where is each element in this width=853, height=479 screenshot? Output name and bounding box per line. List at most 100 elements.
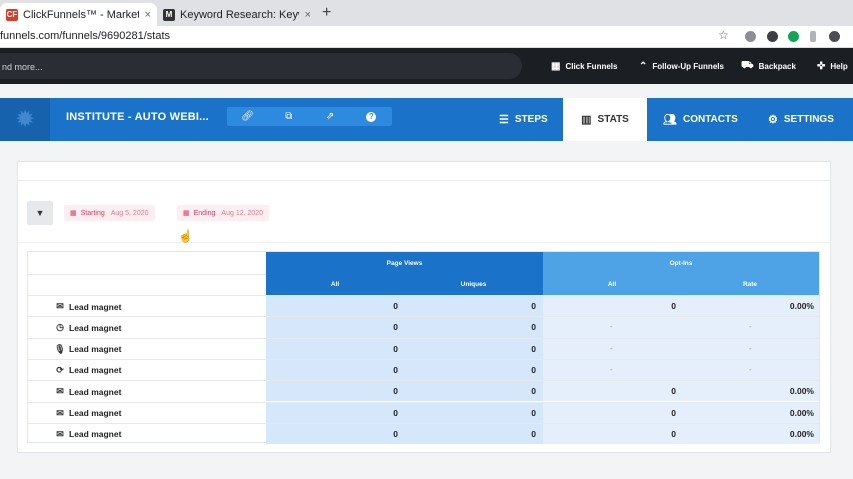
extension-icon[interactable] xyxy=(810,31,816,42)
page-views-cell-bg xyxy=(266,359,543,381)
extension-icon[interactable] xyxy=(745,31,756,42)
page-views-uniques-value: 0 xyxy=(531,428,536,439)
page-views-cell-bg xyxy=(266,296,543,317)
step-label: Lead magnet xyxy=(69,344,122,355)
step-name[interactable]: ✉ Lead magnet xyxy=(54,386,121,397)
step-name[interactable]: 🎙︎ Lead magnet xyxy=(54,344,121,355)
clock-icon: ◷ xyxy=(56,322,64,333)
column-header-page-views-all: All xyxy=(266,274,404,295)
browser-tab-keyword-research[interactable]: M Keyword Research: Keyword S × xyxy=(157,3,317,26)
envelope-icon: ✉ xyxy=(56,407,64,418)
column-header-opt-ins-all: All xyxy=(543,274,681,295)
browser-tab-strip: CF ClickFunnels™ - Marketing Fu × M Keyw… xyxy=(0,0,853,26)
table-row: 🎙︎ Lead magnet 0 0 - - xyxy=(28,337,819,359)
page-views-all-value: 0 xyxy=(393,364,398,375)
external-link-icon[interactable]: ⇗ xyxy=(310,107,351,126)
step-name[interactable]: ◷ Lead magnet xyxy=(54,322,121,333)
clickfunnels-favicon-icon: CF xyxy=(6,8,18,21)
ending-date-filter[interactable]: ▦ Ending Aug 12, 2020 xyxy=(177,205,270,221)
opt-ins-rate-value: - xyxy=(749,364,752,374)
filter-button[interactable]: ▼ xyxy=(27,201,53,225)
page-views-uniques-value: 0 xyxy=(531,343,536,354)
divider xyxy=(18,180,830,181)
nav-link-backpack[interactable]: ⛟ Backpack xyxy=(741,48,796,84)
question-icon[interactable]: ? xyxy=(351,107,392,126)
envelope-icon: ✉ xyxy=(56,428,64,439)
step-name[interactable]: ⟳ Lead magnet xyxy=(54,365,121,376)
table-row: ◷ Lead magnet 0 0 - - xyxy=(28,316,819,338)
opt-ins-rate-value: - xyxy=(749,322,752,332)
address-bar: funnels.com/funnels/9690281/stats ☆ xyxy=(0,26,853,48)
table-row: ⟳ Lead magnet 0 0 - - xyxy=(28,358,819,381)
opt-ins-all-value: - xyxy=(610,322,613,332)
date-label: Ending xyxy=(193,209,216,217)
refresh-icon: ⟳ xyxy=(56,364,64,375)
step-label: Lead magnet xyxy=(69,429,122,440)
divider xyxy=(28,274,266,275)
page-views-cell-bg xyxy=(266,423,543,445)
page-views-uniques-value: 0 xyxy=(531,322,536,333)
tab-settings[interactable]: ⚙ SETTINGS xyxy=(768,98,834,141)
nav-link-click-funnels[interactable]: ▦ Click Funnels xyxy=(551,48,617,84)
funnel-settings-gear-icon[interactable]: ✹ xyxy=(0,98,50,141)
users-icon: 👥︎ xyxy=(663,114,677,126)
page-views-all-value: 0 xyxy=(393,322,398,333)
backpack-icon: ⛟ xyxy=(741,59,754,71)
nav-link-follow-up-funnels[interactable]: ⌃ Follow-Up Funnels xyxy=(639,48,724,84)
extension-icon[interactable] xyxy=(829,31,840,42)
filter-icon: ▼ xyxy=(35,208,45,218)
step-label: Lead magnet xyxy=(69,365,122,376)
nav-link-label: Click Funnels xyxy=(565,61,618,71)
date-label: Starting xyxy=(80,209,105,217)
stats-table: Page Views Opt-Ins All Uniques All Rate … xyxy=(27,251,820,445)
tab-steps[interactable]: ☰ STEPS xyxy=(499,98,548,141)
date-value: Aug 5, 2020 xyxy=(110,209,149,217)
opt-ins-cell-bg xyxy=(543,317,819,338)
page-views-cell-bg xyxy=(266,402,543,423)
table-row: ✉ Lead magnet 0 0 0 0.00% xyxy=(28,422,819,445)
envelope-outline-icon: ✉ xyxy=(56,301,64,311)
tab-contacts[interactable]: 👥︎ CONTACTS xyxy=(663,98,738,141)
envelope-icon: ✉ xyxy=(56,386,64,397)
list-icon: ☰ xyxy=(499,114,509,126)
url-field[interactable]: funnels.com/funnels/9690281/stats xyxy=(0,30,170,42)
page-views-all-value: 0 xyxy=(393,343,398,354)
browser-tab-clickfunnels[interactable]: CF ClickFunnels™ - Marketing Fu × xyxy=(0,3,157,26)
bookmark-star-icon[interactable]: ☆ xyxy=(718,28,729,42)
starting-date-filter[interactable]: ▦ Starting Aug 5, 2020 xyxy=(64,205,155,221)
new-tab-button[interactable]: + xyxy=(322,4,331,22)
date-value: Aug 12, 2020 xyxy=(221,209,264,217)
double-chevron-up-icon: ⌃ xyxy=(639,60,648,72)
tab-label: SETTINGS xyxy=(783,114,834,125)
nav-link-help[interactable]: ✜ Help xyxy=(817,48,848,84)
step-name[interactable]: ✉ Lead magnet xyxy=(54,429,121,440)
link-icon[interactable]: 🔗︎ xyxy=(227,107,268,126)
tab-stats[interactable]: ▥ STATS xyxy=(563,98,647,141)
nav-link-label: Help xyxy=(830,61,848,71)
step-label: Lead magnet xyxy=(69,322,122,333)
opt-ins-all-value: - xyxy=(610,364,613,374)
hand-cursor-icon: ☝ xyxy=(178,229,193,243)
step-label: Lead magnet xyxy=(69,408,122,418)
step-name[interactable]: ✉ Lead magnet xyxy=(54,408,121,419)
close-tab-icon[interactable]: × xyxy=(305,9,311,21)
page-views-all-value: 0 xyxy=(393,407,398,418)
calendar-icon: ▦ xyxy=(70,210,77,217)
step-label: Lead magnet xyxy=(69,301,122,312)
search-input[interactable]: nd more... xyxy=(0,53,522,79)
step-name[interactable]: ✉ Lead magnet xyxy=(54,301,121,312)
tab-title: Keyword Research: Keyword S xyxy=(180,8,299,21)
grammarly-icon[interactable] xyxy=(788,31,799,42)
nav-link-label: Follow-Up Funnels xyxy=(652,61,724,71)
opt-ins-cell-bg xyxy=(543,338,819,359)
close-tab-icon[interactable]: × xyxy=(145,9,151,21)
page-views-uniques-value: 0 xyxy=(531,364,536,375)
column-group-page-views: Page Views xyxy=(266,252,543,274)
opt-ins-all-value: 0 xyxy=(671,407,676,418)
column-header-page-views-uniques: Uniques xyxy=(404,274,543,295)
copy-icon[interactable]: ⧉ xyxy=(268,107,309,126)
extension-icon[interactable] xyxy=(767,31,778,42)
opt-ins-rate-value: 0.00% xyxy=(789,386,814,397)
column-group-opt-ins: Opt-Ins xyxy=(543,252,819,274)
moz-favicon-icon: M xyxy=(163,8,175,21)
